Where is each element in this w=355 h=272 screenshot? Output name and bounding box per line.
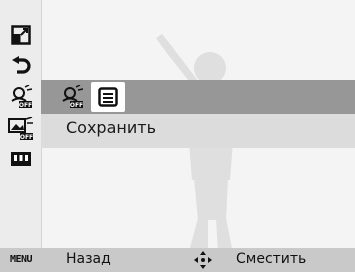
svg-text:OFF: OFF [19, 134, 32, 141]
face-effect-option[interactable]: OFF [55, 82, 89, 112]
face-effect-off-icon: OFF [62, 85, 83, 109]
aspect-ratio-icon [10, 25, 31, 45]
photo-edit-off-icon: OFF [7, 117, 33, 141]
camera-edit-screen: OFF OFF OFF Сохранить MENU Назад Сместит… [0, 0, 355, 272]
save-option[interactable] [91, 82, 125, 112]
move-label: Сместить [236, 251, 307, 267]
film-frames-button[interactable] [4, 144, 37, 174]
bottom-bar: MENU Назад Сместить [0, 248, 355, 272]
back-label: Назад [66, 251, 111, 267]
rotate-left-icon [11, 56, 31, 74]
option-label: Сохранить [66, 118, 156, 137]
svg-text:OFF: OFF [18, 102, 31, 109]
menu-button-tag[interactable]: MENU [10, 254, 33, 265]
svg-text:OFF: OFF [70, 102, 83, 109]
edit-sidebar: OFF OFF [0, 0, 42, 248]
aspect-ratio-button[interactable] [4, 20, 37, 50]
save-icon [98, 87, 118, 107]
film-frames-icon [10, 152, 31, 166]
directional-pad-icon [194, 251, 212, 269]
photo-edit-button[interactable]: OFF [4, 114, 37, 144]
rotate-button[interactable] [4, 51, 37, 81]
face-effect-off-icon: OFF [10, 85, 32, 109]
face-effect-button[interactable]: OFF [4, 82, 37, 112]
